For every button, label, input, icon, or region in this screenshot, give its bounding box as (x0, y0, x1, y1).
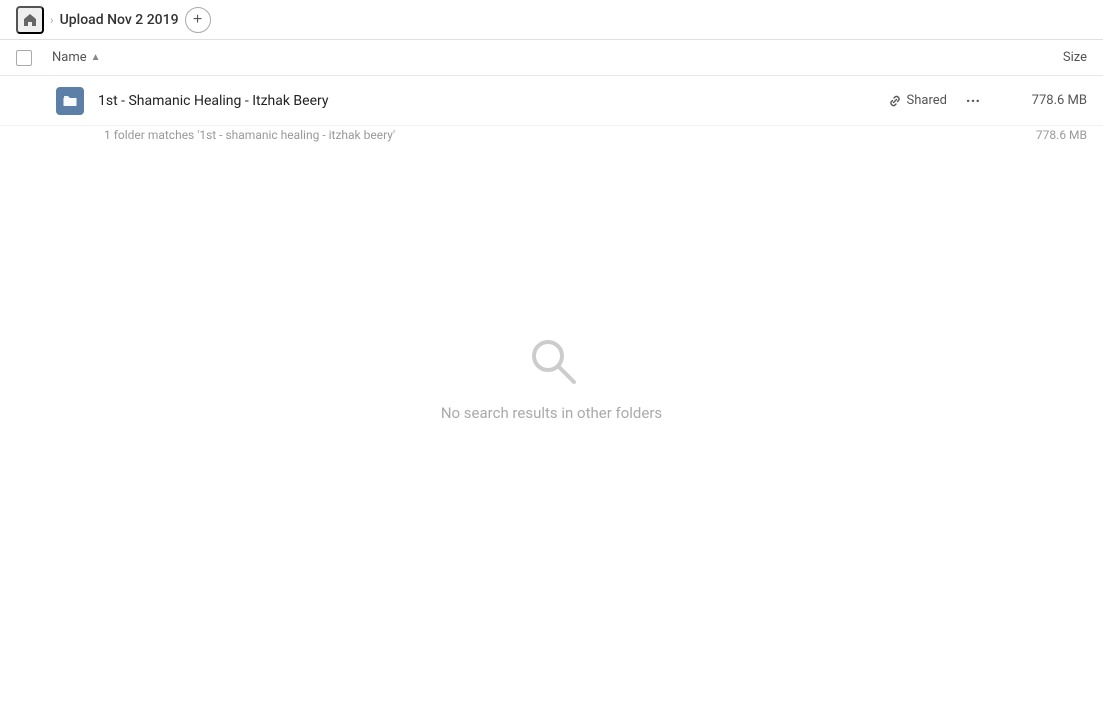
file-size: 778.6 MB (987, 93, 1087, 108)
empty-state-message: No search results in other folders (441, 404, 662, 422)
home-button[interactable] (16, 6, 44, 34)
breadcrumb-bar: › Upload Nov 2 2019 + (0, 0, 1103, 40)
file-row[interactable]: 1st - Shamanic Healing - Itzhak Beery Sh… (0, 76, 1103, 126)
select-all-col[interactable] (16, 50, 52, 66)
more-options-button[interactable]: ··· (959, 87, 987, 115)
select-all-checkbox[interactable] (16, 50, 32, 66)
breadcrumb-separator: › (50, 13, 54, 27)
empty-state: No search results in other folders (0, 332, 1103, 422)
size-column-header: Size (987, 50, 1087, 65)
shared-badge: Shared (888, 93, 947, 108)
file-actions: Shared ··· (888, 87, 987, 115)
column-headers: Name ▲ Size (0, 40, 1103, 76)
match-info-size: 778.6 MB (987, 128, 1087, 142)
no-results-search-icon (524, 332, 580, 388)
breadcrumb-folder-name[interactable]: Upload Nov 2 2019 (60, 12, 179, 28)
sort-arrow-icon: ▲ (91, 52, 101, 63)
match-info-row: 1 folder matches '1st - shamanic healing… (0, 126, 1103, 152)
shared-label: Shared (907, 93, 947, 108)
folder-icon (56, 87, 84, 115)
file-name: 1st - Shamanic Healing - Itzhak Beery (88, 93, 888, 109)
folder-icon-col (52, 87, 88, 115)
link-icon (888, 94, 902, 108)
name-column-header[interactable]: Name ▲ (52, 50, 987, 65)
add-button[interactable]: + (185, 7, 211, 33)
match-info-text: 1 folder matches '1st - shamanic healing… (16, 128, 987, 142)
home-icon (22, 12, 38, 28)
